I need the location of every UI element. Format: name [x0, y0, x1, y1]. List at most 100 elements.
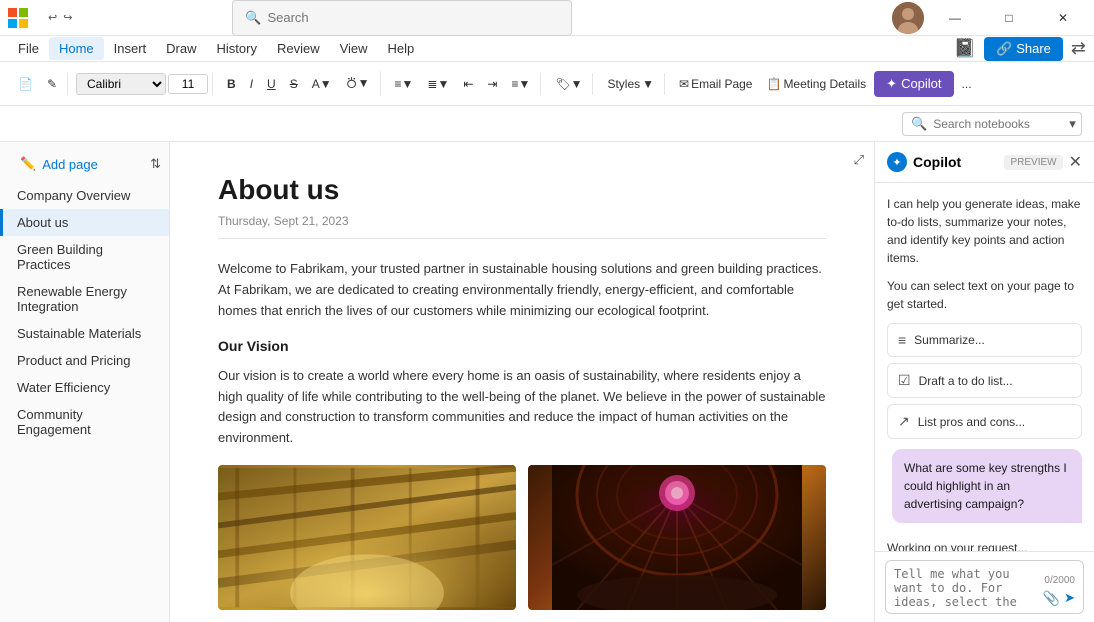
title-search-input[interactable] [267, 10, 559, 25]
copilot-title: Copilot [913, 154, 998, 170]
vision-heading: Our Vision [218, 335, 826, 357]
expand-button[interactable]: ⤢ [854, 152, 864, 168]
action-summarize[interactable]: ≡ Summarize... [887, 323, 1082, 357]
sidebar-item-company-overview[interactable]: Company Overview [0, 182, 169, 209]
indent-button[interactable]: ⇥ [481, 73, 503, 95]
sidebar-top-row: ✏️ Add page ⇅ [0, 150, 169, 178]
styles-button[interactable]: Styles ▼ [601, 73, 660, 95]
copilot-icon: ✦ [886, 76, 897, 92]
menu-draw[interactable]: Draw [156, 37, 206, 60]
menu-view[interactable]: View [330, 37, 378, 60]
underline-button[interactable]: U [261, 73, 282, 95]
copilot-input[interactable] [894, 567, 1039, 607]
copilot-panel: ✦ Copilot PREVIEW ✕ I can help you gener… [874, 142, 1094, 622]
copilot-header: ✦ Copilot PREVIEW ✕ [875, 142, 1094, 183]
toolbar-group-para: ≡▼ ≣▼ ⇤ ⇥ ≡▼ [385, 73, 542, 95]
meeting-details-button[interactable]: 📋 Meeting Details [760, 73, 872, 95]
char-count: 0/2000 [1044, 575, 1075, 586]
copilot-input-area: 0/2000 📎 ➤ [885, 560, 1084, 614]
expand-panel-icon[interactable]: ⇄ [1071, 38, 1086, 59]
user-chat-bubble: What are some key strengths I could high… [892, 449, 1082, 523]
pros-cons-icon: ↗ [898, 413, 910, 430]
sidebar-item-renewable-energy[interactable]: Renewable Energy Integration [0, 278, 169, 320]
redo-btn[interactable]: ↪ [63, 11, 72, 24]
sidebar-item-product-pricing[interactable]: Product and Pricing [0, 347, 169, 374]
title-search-box[interactable]: 🔍 [232, 0, 572, 36]
sidebar-nav: Company Overview About us Green Building… [0, 182, 169, 443]
toolbar-group-style: B I U S A▼ ⛣▼ [217, 71, 380, 96]
sidebar-item-green-building[interactable]: Green Building Practices [0, 236, 169, 278]
toolbar-group-font: Calibri [72, 73, 213, 95]
attach-button[interactable]: 📎 [1043, 590, 1060, 607]
format-painter-btn[interactable]: ✎ [41, 73, 63, 95]
outdent-button[interactable]: ⇤ [457, 73, 479, 95]
add-page-button[interactable]: ✏️ Add page [8, 150, 110, 178]
italic-button[interactable]: I [244, 73, 259, 95]
page-title: About us [218, 174, 826, 206]
summarize-icon: ≡ [898, 332, 906, 348]
sidebar-item-sustainable-materials[interactable]: Sustainable Materials [0, 320, 169, 347]
title-bar: ↩ ↪ 🔍 — □ ✕ [0, 0, 1094, 36]
image-dome-interior [528, 465, 826, 610]
copilot-actions: ≡ Summarize... ☑ Draft a to do list... ↗… [887, 323, 1082, 439]
email-page-button[interactable]: ✉ Email Page [673, 73, 758, 95]
menu-review[interactable]: Review [267, 37, 330, 60]
copilot-close-button[interactable]: ✕ [1069, 152, 1082, 172]
send-button[interactable]: ➤ [1064, 590, 1075, 607]
menu-file[interactable]: File [8, 37, 49, 60]
sidebar-item-community-engagement[interactable]: Community Engagement [0, 401, 169, 443]
notebook-search-box[interactable]: 🔍 ▾ [902, 112, 1082, 136]
copilot-button[interactable]: ✦ Copilot [874, 71, 953, 97]
page-date: Thursday, Sept 21, 2023 [218, 214, 826, 239]
image-wood-interior [218, 465, 516, 610]
numbered-list-button[interactable]: ≣▼ [421, 73, 455, 95]
highlight-button[interactable]: ⛣▼ [340, 71, 376, 96]
bullet-list-button[interactable]: ≡▼ [389, 73, 420, 95]
strikethrough-button[interactable]: S [284, 73, 304, 95]
search-icon: 🔍 [911, 116, 927, 132]
copilot-body: I can help you generate ideas, make to-d… [875, 183, 1094, 551]
menu-home[interactable]: Home [49, 37, 104, 60]
sort-button[interactable]: ⇅ [150, 156, 161, 172]
align-button[interactable]: ≡▼ [505, 73, 536, 95]
sidebar-item-about-us[interactable]: About us [0, 209, 169, 236]
share-icon: 🔗 [996, 41, 1012, 57]
dropdown-icon[interactable]: ▾ [1069, 116, 1076, 132]
preview-badge: PREVIEW [1004, 155, 1062, 170]
images-row [218, 465, 826, 610]
notebook-icon[interactable]: 📓 [954, 38, 976, 59]
copilot-footer: 0/2000 📎 ➤ [875, 551, 1094, 622]
font-size-input[interactable] [168, 74, 208, 94]
copilot-intro-2: You can select text on your page to get … [887, 277, 1082, 313]
notebook-view-btn[interactable]: 📄 [12, 73, 39, 95]
tags-button[interactable]: 🏷▼ [549, 73, 588, 95]
close-button[interactable]: ✕ [1040, 0, 1086, 36]
toolbar: 📄 ✎ Calibri B I U S A▼ ⛣▼ ≡▼ ≣▼ ⇤ ⇥ ≡▼ 🏷… [0, 62, 1094, 106]
working-text: Working on your request... [887, 541, 1082, 551]
font-name-select[interactable]: Calibri [76, 73, 166, 95]
action-pros-cons[interactable]: ↗ List pros and cons... [887, 404, 1082, 439]
minimize-button[interactable]: — [932, 0, 978, 36]
maximize-button[interactable]: □ [986, 0, 1032, 36]
top-bar: 🔍 ▾ [0, 106, 1094, 142]
user-avatar[interactable] [892, 2, 924, 34]
bold-button[interactable]: B [221, 73, 242, 95]
font-color-button[interactable]: A▼ [306, 73, 338, 95]
undo-btn[interactable]: ↩ [48, 11, 57, 24]
app-logo [8, 8, 40, 28]
share-button[interactable]: 🔗 Share [984, 37, 1063, 61]
menu-history[interactable]: History [207, 37, 267, 60]
more-tools-button[interactable]: ... [956, 73, 978, 95]
action-todo[interactable]: ☑ Draft a to do list... [887, 363, 1082, 398]
menu-help[interactable]: Help [378, 37, 425, 60]
menu-bar: File Home Insert Draw History Review Vie… [0, 36, 1094, 62]
toolbar-group-styles: Styles ▼ [597, 73, 665, 95]
add-icon: ✏️ [20, 156, 36, 172]
toolbar-group-actions: ✉ Email Page 📋 Meeting Details ✦ Copilot… [669, 71, 982, 97]
styles-label: Styles [607, 77, 640, 91]
menu-insert[interactable]: Insert [104, 37, 157, 60]
sidebar-item-water-efficiency[interactable]: Water Efficiency [0, 374, 169, 401]
content-body: Welcome to Fabrikam, your trusted partne… [218, 259, 826, 622]
notebook-search-input[interactable] [933, 117, 1063, 131]
todo-icon: ☑ [898, 372, 911, 389]
